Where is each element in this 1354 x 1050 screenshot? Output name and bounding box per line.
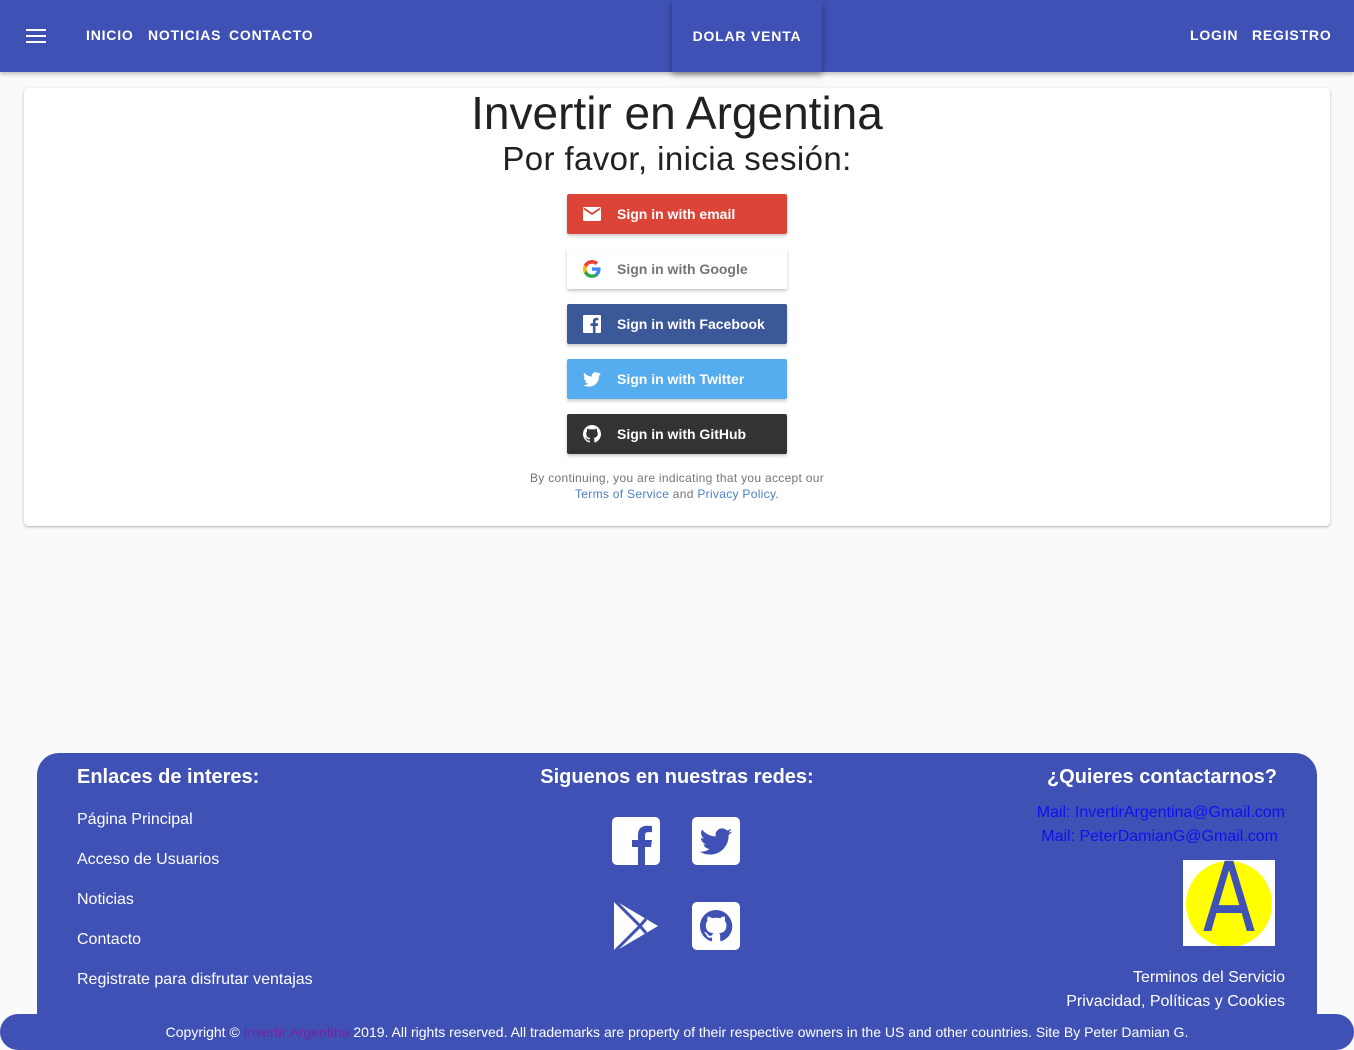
- nav-link-noticias[interactable]: NOTICIAS: [148, 27, 221, 43]
- logo-letter: A: [1202, 860, 1256, 946]
- footer-twitter-link[interactable]: [691, 815, 741, 867]
- site-footer: Enlaces de interes: Página Principal Acc…: [37, 753, 1317, 1050]
- page-title: Invertir en Argentina: [471, 87, 883, 139]
- footer-mail-peter[interactable]: Mail: PeterDamianG@Gmail.com: [1041, 828, 1278, 846]
- nav-link-registro[interactable]: REGISTRO: [1252, 27, 1332, 43]
- terms-notice-text: By continuing, you are indicating that y…: [529, 471, 825, 485]
- twitter-icon: [692, 817, 740, 865]
- footer-link-contacto[interactable]: Contacto: [77, 931, 141, 949]
- terms-period: .: [775, 487, 779, 501]
- top-app-bar: INICIO NOTICIAS CONTACTO DOLAR VENTA LOG…: [0, 0, 1354, 72]
- footer-contact-heading: ¿Quieres contactarnos?: [1046, 766, 1277, 788]
- google-play-icon: [612, 900, 658, 952]
- terms-of-service-link[interactable]: Terms of Service: [575, 487, 669, 501]
- sign-in-facebook-label: Sign in with Facebook: [617, 316, 765, 332]
- footer-privacy-link[interactable]: Privacidad, Políticas y Cookies: [1066, 993, 1285, 1011]
- nav-link-contacto[interactable]: CONTACTO: [229, 27, 313, 43]
- footer-link-pagina-principal[interactable]: Página Principal: [77, 811, 193, 829]
- menu-button[interactable]: [22, 22, 50, 50]
- hamburger-menu-icon: [26, 29, 46, 43]
- facebook-icon: [567, 304, 617, 344]
- nav-link-inicio[interactable]: INICIO: [86, 27, 134, 43]
- nav-link-login[interactable]: LOGIN: [1190, 27, 1238, 43]
- footer-link-registrate[interactable]: Registrate para disfrutar ventajas: [77, 971, 313, 989]
- footer-facebook-link[interactable]: [611, 815, 661, 867]
- google-icon: [567, 249, 617, 289]
- sign-in-facebook-button[interactable]: Sign in with Facebook: [567, 304, 787, 344]
- copyright-suffix: 2019. All rights reserved. All trademark…: [353, 1024, 1189, 1040]
- dolar-venta-button[interactable]: DOLAR VENTA: [672, 0, 822, 72]
- footer-link-acceso-usuarios[interactable]: Acceso de Usuarios: [77, 851, 219, 869]
- sign-in-github-button[interactable]: Sign in with GitHub: [567, 414, 787, 454]
- email-icon: [567, 194, 617, 234]
- footer-link-noticias[interactable]: Noticias: [77, 891, 134, 909]
- terms-notice: By continuing, you are indicating that y…: [24, 470, 1330, 502]
- copyright-bar: Copyright © Invertir Argentina 2019. All…: [0, 1014, 1354, 1050]
- privacy-policy-link[interactable]: Privacy Policy: [697, 487, 775, 501]
- github-icon: [567, 414, 617, 454]
- footer-github-link[interactable]: [691, 900, 741, 952]
- facebook-icon: [612, 817, 660, 865]
- github-icon: [692, 902, 740, 950]
- copyright-prefix: Copyright ©: [165, 1024, 240, 1040]
- sign-in-google-button[interactable]: Sign in with Google: [567, 249, 787, 289]
- footer-mail-invertir[interactable]: Mail: InvertirArgentina@Gmail.com: [1037, 804, 1285, 822]
- page-subtitle: Por favor, inicia sesión:: [502, 140, 852, 177]
- footer-google-play-link[interactable]: [611, 900, 661, 952]
- twitter-icon: [567, 359, 617, 399]
- site-logo: A: [1183, 860, 1275, 946]
- sign-in-google-label: Sign in with Google: [617, 261, 748, 277]
- sign-in-twitter-label: Sign in with Twitter: [617, 371, 745, 387]
- login-card: Invertir en Argentina Por favor, inicia …: [24, 88, 1330, 526]
- sign-in-github-label: Sign in with GitHub: [617, 426, 747, 442]
- sign-in-email-label: Sign in with email: [617, 206, 736, 222]
- sign-in-email-button[interactable]: Sign in with email: [567, 194, 787, 234]
- footer-terms-link[interactable]: Terminos del Servicio: [1133, 969, 1285, 987]
- sign-in-twitter-button[interactable]: Sign in with Twitter: [567, 359, 787, 399]
- terms-and-text: and: [672, 487, 694, 501]
- copyright-brand-link[interactable]: Invertir Argentina: [244, 1024, 350, 1040]
